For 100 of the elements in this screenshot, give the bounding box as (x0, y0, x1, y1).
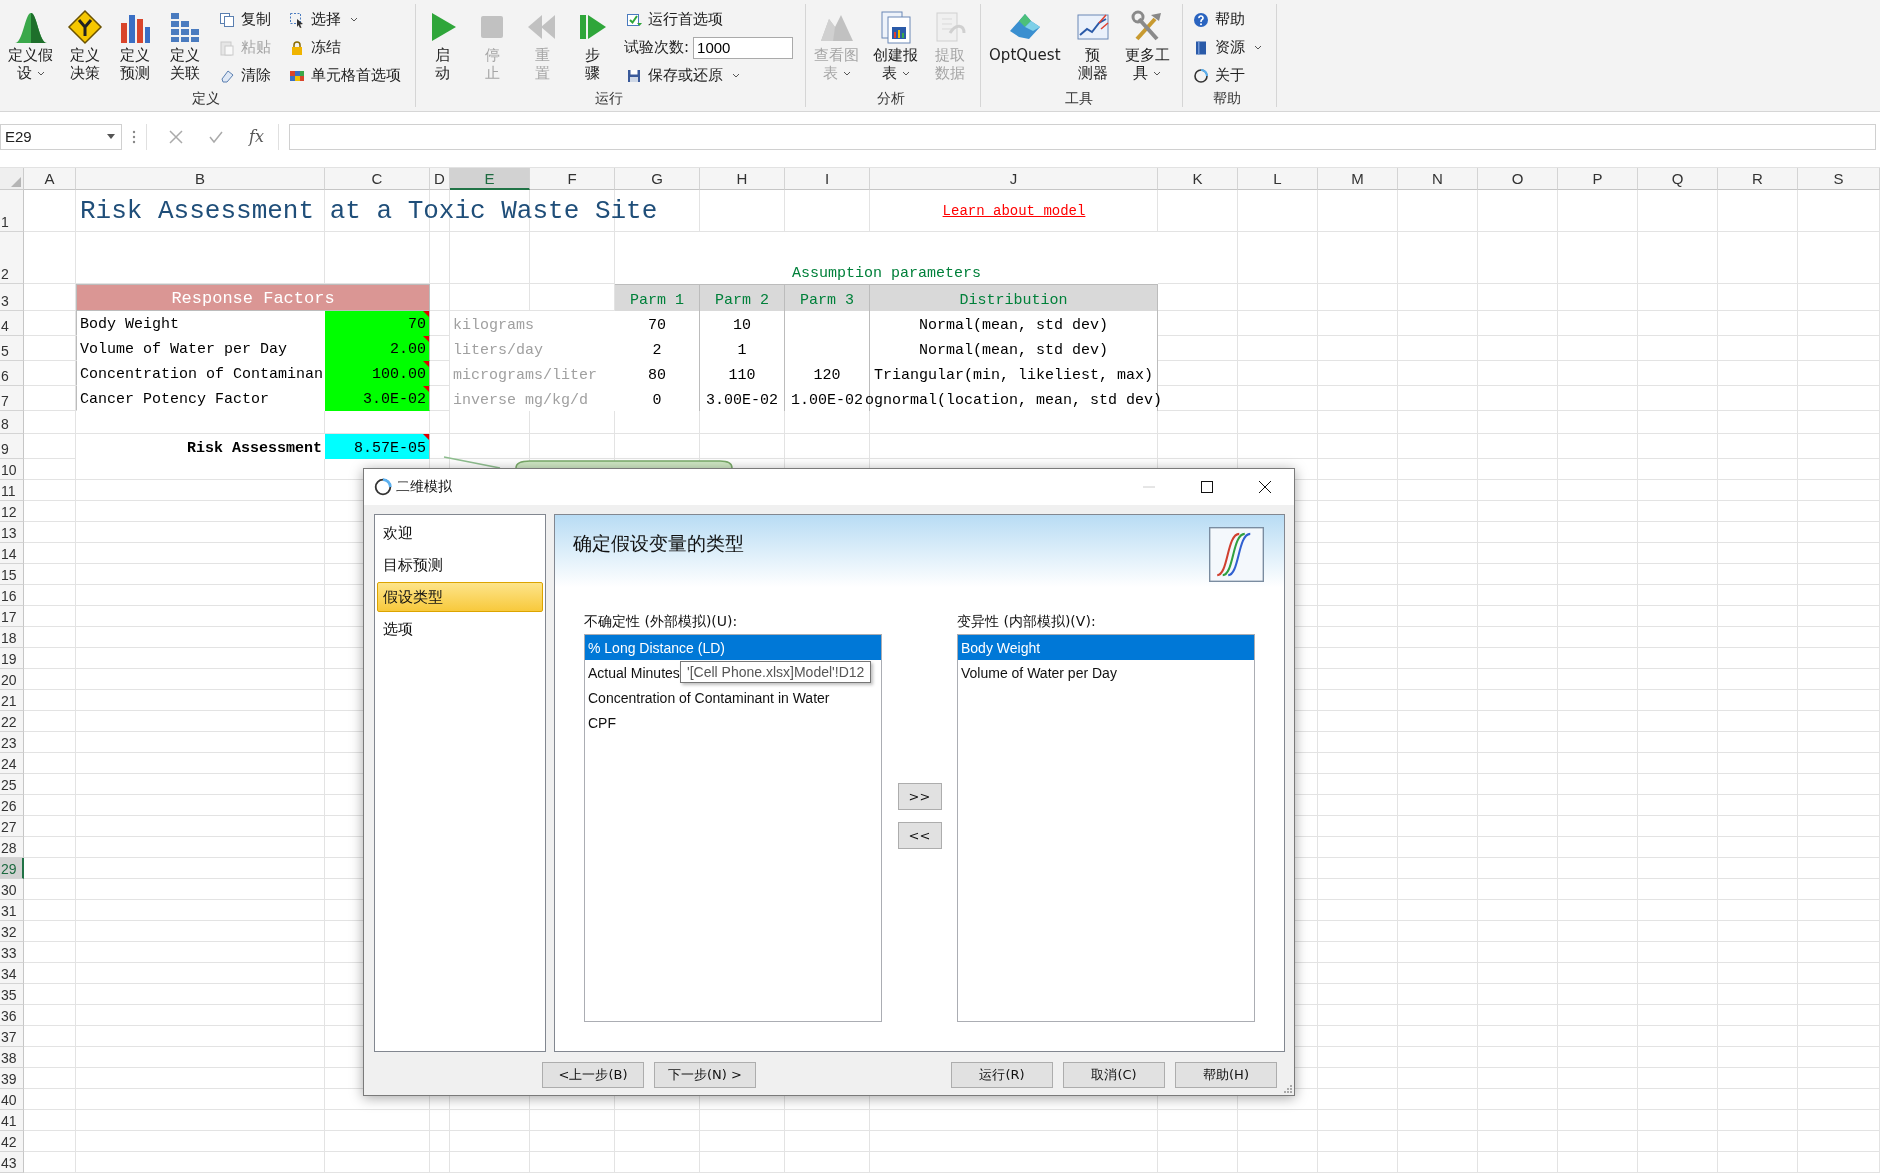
column-header[interactable]: Q (1638, 168, 1718, 190)
row-header[interactable]: 9 (0, 434, 24, 459)
ribbon-button[interactable]: 清除 (217, 62, 273, 89)
nav-item[interactable]: 目标预测 (377, 550, 543, 580)
row-header[interactable]: 2 (0, 232, 24, 284)
column-header[interactable]: O (1478, 168, 1558, 190)
ribbon-button[interactable]: 定义 关联 (161, 6, 209, 89)
row-header[interactable]: 17 (0, 606, 24, 627)
ribbon-button[interactable]: 更多工 具 (1118, 6, 1176, 89)
row-header[interactable]: 3 (0, 284, 24, 311)
row-header[interactable]: 28 (0, 837, 24, 858)
ribbon-button[interactable]: 定义 决策 (61, 6, 109, 89)
column-header[interactable]: F (530, 168, 615, 190)
list-item[interactable]: Volume of Water per Day (958, 660, 1117, 685)
column-header[interactable]: P (1558, 168, 1638, 190)
row-header[interactable]: 22 (0, 711, 24, 732)
list-item[interactable]: CPF (585, 710, 616, 735)
column-header[interactable]: R (1718, 168, 1798, 190)
column-header[interactable]: E (450, 168, 530, 190)
maximize-icon[interactable] (1201, 481, 1213, 493)
row-header[interactable]: 19 (0, 648, 24, 669)
move-button[interactable]: >> (897, 783, 942, 810)
ribbon-button[interactable]: 复制 (217, 6, 273, 33)
ribbon-button[interactable]: 定义假 设 (2, 6, 59, 89)
drag-handle-icon[interactable] (132, 129, 136, 144)
list-item[interactable]: Concentration of Contaminant in Water (585, 685, 830, 710)
ribbon-button[interactable]: 预 测器 (1068, 6, 1117, 89)
nav-item[interactable]: 选项 (377, 614, 543, 644)
row-header[interactable]: 10 (0, 459, 24, 480)
row-header[interactable]: 14 (0, 543, 24, 564)
row-header[interactable]: 25 (0, 774, 24, 795)
select-all-icon[interactable] (11, 177, 21, 187)
dialog-button[interactable]: 帮助(H) (1175, 1062, 1277, 1088)
check-icon[interactable] (209, 129, 223, 144)
column-header[interactable]: K (1158, 168, 1238, 190)
row-header[interactable]: 5 (0, 336, 24, 361)
row-header[interactable]: 1 (0, 190, 24, 232)
ribbon-button[interactable]: 关于 (1190, 62, 1264, 89)
row-header[interactable]: 40 (0, 1089, 24, 1110)
row-header[interactable]: 34 (0, 963, 24, 984)
ribbon-button[interactable]: 单元格首选项 (287, 62, 403, 89)
row-header[interactable]: 26 (0, 795, 24, 816)
row-header[interactable]: 32 (0, 921, 24, 942)
ribbon-button[interactable]: 启 动 (418, 6, 466, 89)
row-header[interactable]: 24 (0, 753, 24, 774)
row-header[interactable]: 7 (0, 386, 24, 411)
resize-grip-icon[interactable] (1282, 1083, 1292, 1093)
column-header[interactable]: M (1318, 168, 1398, 190)
column-header[interactable]: D (430, 168, 450, 190)
row-header[interactable]: 29 (0, 858, 24, 879)
formula-field[interactable] (288, 123, 1876, 150)
list-box[interactable]: Body Weight Volume of Water per Day (957, 634, 1255, 1022)
ribbon-button[interactable]: 选择 (287, 6, 403, 33)
column-header[interactable]: S (1798, 168, 1880, 190)
row-header[interactable]: 20 (0, 669, 24, 690)
row-header[interactable]: 16 (0, 585, 24, 606)
ribbon-button[interactable]: 帮助 (1190, 6, 1264, 33)
row-header[interactable]: 27 (0, 816, 24, 837)
list-item[interactable]: % Long Distance (LD) (585, 635, 881, 660)
row-header[interactable]: 37 (0, 1026, 24, 1047)
dialog-button[interactable]: <上一步(B) (542, 1062, 644, 1088)
ribbon-button[interactable]: 步 骤 (568, 6, 616, 89)
column-header[interactable]: H (700, 168, 785, 190)
column-header[interactable]: N (1398, 168, 1478, 190)
nav-item[interactable]: 假设类型 (377, 582, 543, 612)
row-header[interactable]: 4 (0, 311, 24, 336)
row-header[interactable]: 38 (0, 1047, 24, 1068)
list-item[interactable]: Body Weight (958, 635, 1254, 660)
row-header[interactable]: 41 (0, 1110, 24, 1131)
ribbon-button[interactable]: 保存或还原 (624, 62, 794, 89)
ribbon-button[interactable]: 创建报 表 (867, 6, 925, 89)
row-header[interactable]: 33 (0, 942, 24, 963)
row-header[interactable]: 23 (0, 732, 24, 753)
dialog-button[interactable]: 运行(R) (951, 1062, 1053, 1088)
column-header[interactable]: B (76, 168, 325, 190)
cancel-icon[interactable] (169, 129, 183, 144)
name-box[interactable]: E29 (0, 123, 122, 150)
trials-field[interactable]: 1000 (693, 36, 794, 59)
row-header[interactable]: 18 (0, 627, 24, 648)
row-header[interactable]: 21 (0, 690, 24, 711)
row-header[interactable]: 43 (0, 1152, 24, 1173)
close-icon[interactable] (1259, 481, 1271, 493)
row-header[interactable]: 42 (0, 1131, 24, 1152)
nav-item[interactable]: 欢迎 (377, 518, 543, 548)
row-header[interactable]: 31 (0, 900, 24, 921)
ribbon-button[interactable]: 资源 (1190, 34, 1264, 61)
row-header[interactable]: 8 (0, 411, 24, 434)
row-header[interactable]: 15 (0, 564, 24, 585)
ribbon-button[interactable]: OptQuest (983, 6, 1067, 89)
learn-more-link[interactable]: Learn about model (942, 203, 1086, 219)
column-header[interactable]: C (325, 168, 430, 190)
row-header[interactable]: 35 (0, 984, 24, 1005)
row-header[interactable]: 39 (0, 1068, 24, 1089)
column-header[interactable]: L (1238, 168, 1318, 190)
list-box[interactable]: % Long Distance (LD) Actual Minutes Concentration of Contaminant in Water CPF '[Cell Phone.xlsx]Model'!D12 (584, 634, 882, 1022)
row-header[interactable]: 6 (0, 361, 24, 386)
ribbon-button[interactable]: 运行首选项 (624, 6, 794, 33)
ribbon-button[interactable]: 冻结 (287, 34, 403, 61)
row-header[interactable]: 30 (0, 879, 24, 900)
row-header[interactable]: 36 (0, 1005, 24, 1026)
